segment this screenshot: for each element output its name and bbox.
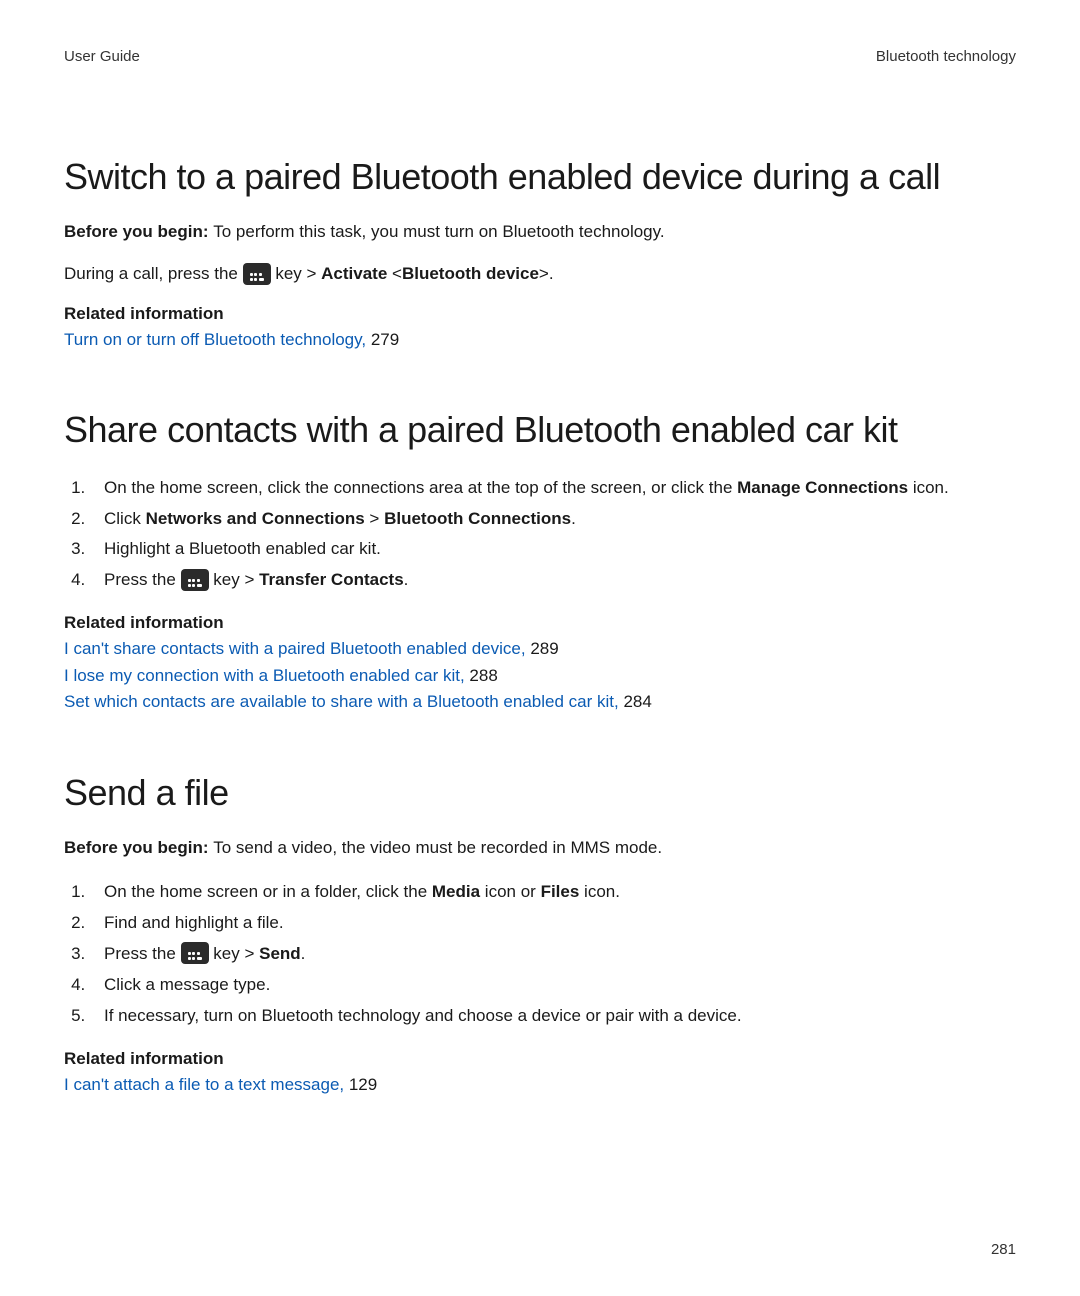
bold-text: Manage Connections [737, 478, 908, 497]
text: key > [271, 264, 322, 283]
step-item: On the home screen or in a folder, click… [90, 878, 1016, 907]
step-item: If necessary, turn on Bluetooth technolo… [90, 1002, 1016, 1031]
step-item: Click Networks and Connections > Bluetoo… [90, 505, 1016, 534]
text: icon. [908, 478, 949, 497]
text: icon. [579, 882, 620, 901]
text: . [404, 570, 409, 589]
section-switch-device: Switch to a paired Bluetooth enabled dev… [64, 155, 1016, 352]
bold-text: Bluetooth Connections [384, 509, 571, 528]
section-share-contacts: Share contacts with a paired Bluetooth e… [64, 408, 1016, 715]
text: icon or [480, 882, 540, 901]
before-begin-text: To perform this task, you must turn on B… [213, 222, 664, 241]
related-information-heading: Related information [64, 613, 1016, 633]
menu-key-icon [243, 263, 271, 285]
step-item: Press the key > Transfer Contacts. [90, 566, 1016, 595]
text: > [365, 509, 384, 528]
related-page: 289 [530, 639, 558, 658]
text: < [387, 264, 402, 283]
text: Press the [104, 570, 181, 589]
text: key > [209, 570, 260, 589]
page-header: User Guide Bluetooth technology [64, 48, 1016, 65]
related-page: 279 [371, 330, 399, 349]
text: Press the [104, 944, 181, 963]
bold-text: Bluetooth device [402, 264, 539, 283]
page: User Guide Bluetooth technology Switch t… [0, 0, 1080, 1296]
related-link-line: I can't share contacts with a paired Blu… [64, 637, 1016, 662]
related-link[interactable]: Set which contacts are available to shar… [64, 692, 623, 711]
before-you-begin: Before you begin: To perform this task, … [64, 220, 1016, 244]
text: key > [209, 944, 260, 963]
menu-key-icon [181, 569, 209, 591]
text: . [301, 944, 306, 963]
text: On the home screen, click the connection… [104, 478, 737, 497]
text: Highlight a Bluetooth enabled car kit. [104, 539, 381, 558]
bold-text: Media [432, 882, 480, 901]
related-link[interactable]: Turn on or turn off Bluetooth technology… [64, 330, 371, 349]
section-send-file: Send a file Before you begin: To send a … [64, 771, 1016, 1097]
text: If necessary, turn on Bluetooth technolo… [104, 1006, 742, 1025]
bold-text: Transfer Contacts [259, 570, 404, 589]
text: During a call, press the [64, 264, 243, 283]
related-link[interactable]: I can't share contacts with a paired Blu… [64, 639, 530, 658]
related-link[interactable]: I lose my connection with a Bluetooth en… [64, 666, 469, 685]
text: Find and highlight a file. [104, 913, 284, 932]
step-item: Highlight a Bluetooth enabled car kit. [90, 535, 1016, 564]
before-begin-label: Before you begin: [64, 222, 213, 241]
section-title: Switch to a paired Bluetooth enabled dev… [64, 155, 1016, 198]
header-right: Bluetooth technology [876, 48, 1016, 65]
step-item: Find and highlight a file. [90, 909, 1016, 938]
related-link-line: Set which contacts are available to shar… [64, 690, 1016, 715]
text: >. [539, 264, 554, 283]
steps-list: On the home screen, click the connection… [64, 474, 1016, 596]
related-link-line: I can't attach a file to a text message,… [64, 1073, 1016, 1098]
before-you-begin: Before you begin: To send a video, the v… [64, 836, 1016, 860]
related-page: 288 [469, 666, 497, 685]
steps-list: On the home screen or in a folder, click… [64, 878, 1016, 1030]
related-link-line: Turn on or turn off Bluetooth technology… [64, 328, 1016, 353]
bold-text: Send [259, 944, 301, 963]
text: On the home screen or in a folder, click… [104, 882, 432, 901]
related-link-line: I lose my connection with a Bluetooth en… [64, 664, 1016, 689]
related-page: 284 [623, 692, 651, 711]
text: Click a message type. [104, 975, 270, 994]
section-title: Share contacts with a paired Bluetooth e… [64, 408, 1016, 451]
related-link[interactable]: I can't attach a file to a text message, [64, 1075, 349, 1094]
step-item: Click a message type. [90, 971, 1016, 1000]
step-item: On the home screen, click the connection… [90, 474, 1016, 503]
before-begin-text: To send a video, the video must be recor… [213, 838, 662, 857]
bold-text: Files [541, 882, 580, 901]
related-information-heading: Related information [64, 1049, 1016, 1069]
header-left: User Guide [64, 48, 140, 65]
bold-text: Networks and Connections [146, 509, 365, 528]
page-number: 281 [991, 1241, 1016, 1258]
step-item: Press the key > Send. [90, 940, 1016, 969]
instruction-line: During a call, press the key > Activate … [64, 262, 1016, 286]
text: . [571, 509, 576, 528]
menu-key-icon [181, 942, 209, 964]
related-information-heading: Related information [64, 304, 1016, 324]
text: Click [104, 509, 146, 528]
before-begin-label: Before you begin: [64, 838, 213, 857]
section-title: Send a file [64, 771, 1016, 814]
related-page: 129 [349, 1075, 377, 1094]
bold-text: Activate [321, 264, 387, 283]
